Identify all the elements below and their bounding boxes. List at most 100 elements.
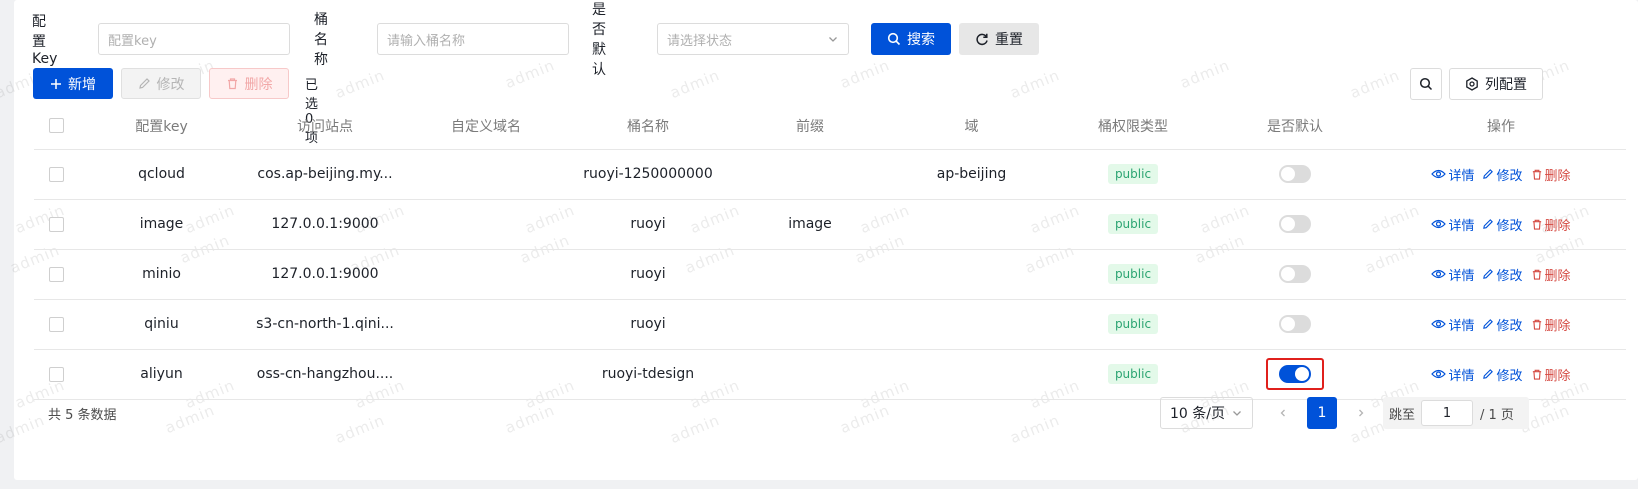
detail-link[interactable]: 详情 [1431, 265, 1474, 284]
delete-label: 删除 [1544, 268, 1571, 284]
bucket-name-input[interactable]: 请输入桶名称 [377, 23, 569, 55]
access-type-tag: public [1107, 264, 1159, 284]
column-header: 访问站点 [245, 103, 405, 150]
delete-button[interactable]: 删除 [209, 68, 289, 99]
add-button[interactable]: 新增 [33, 68, 113, 99]
row-checkbox[interactable] [48, 316, 64, 332]
column-header: 自定义域名 [405, 103, 567, 150]
column-header: 前缀 [729, 103, 891, 150]
edit-label: 修改 [1496, 368, 1523, 384]
reset-button-label: 重置 [995, 32, 1023, 48]
default-switch[interactable] [1279, 365, 1311, 383]
edit-link[interactable]: 修改 [1482, 365, 1523, 384]
search-button-label: 搜索 [907, 32, 935, 48]
edit-link[interactable]: 修改 [1482, 165, 1523, 184]
search-button[interactable]: 搜索 [871, 23, 951, 55]
switch-knob [1281, 317, 1295, 331]
cell-region [891, 349, 1052, 400]
cell-is-default [1214, 349, 1376, 400]
oss-config-table: 配置key 访问站点 自定义域名 桶名称 前缀 域 桶权限类型 是否默认 操作 … [34, 103, 1626, 400]
reset-button[interactable]: 重置 [959, 23, 1039, 55]
edit-label: 修改 [1496, 218, 1523, 234]
edit-link[interactable]: 修改 [1482, 215, 1523, 234]
delete-link[interactable]: 删除 [1531, 265, 1571, 284]
cell-region: ap-beijing [891, 149, 1052, 200]
edit-icon [1483, 319, 1494, 329]
cell-access-type: public [1052, 349, 1214, 400]
delete-link[interactable]: 删除 [1531, 315, 1571, 334]
jump-page-input[interactable]: 1 [1421, 400, 1474, 426]
cell-access-type: public [1052, 299, 1214, 350]
cell-actions: 详情 修改 删除 [1376, 199, 1626, 250]
eye-icon [1431, 369, 1447, 379]
detail-link[interactable]: 详情 [1431, 165, 1474, 184]
table-header-row: 配置key 访问站点 自定义域名 桶名称 前缀 域 桶权限类型 是否默认 操作 [34, 103, 1626, 150]
config-key-label: 配置Key [32, 14, 58, 67]
column-header: 桶名称 [567, 103, 729, 150]
total-pages: / 1 页 [1480, 407, 1514, 423]
default-switch[interactable] [1279, 215, 1311, 233]
edit-link[interactable]: 修改 [1482, 265, 1523, 284]
row-checkbox[interactable] [48, 266, 64, 282]
column-header: 域 [891, 103, 1052, 150]
row-checkbox[interactable] [48, 366, 64, 382]
cell-config-key: qiniu [78, 299, 245, 350]
prev-page-button[interactable] [1268, 397, 1298, 429]
jump-label: 跳至 [1389, 407, 1416, 423]
cell-config-key: image [78, 199, 245, 250]
delete-link[interactable]: 删除 [1531, 365, 1571, 384]
cell-prefix [729, 249, 891, 300]
row-select-cell [34, 149, 78, 200]
page-card: admin admin admin admin admin admin admin admin… [0, 0, 1638, 480]
page-size-select[interactable]: 10 条/页 [1160, 397, 1253, 429]
table-footer: 共 5 条数据 10 条/页 1 跳至 1 / 1 页 [14, 397, 1638, 429]
detail-label: 详情 [1448, 168, 1475, 184]
cell-bucket: ruoyi [567, 199, 729, 250]
cell-bucket: ruoyi-1250000000 [567, 149, 729, 200]
default-status-select[interactable]: 请选择状态 [657, 23, 849, 55]
cell-bucket: ruoyi [567, 299, 729, 350]
page-size-value: 10 条/页 [1170, 406, 1225, 422]
config-key-input[interactable]: 配置key [98, 23, 290, 55]
delete-link[interactable]: 删除 [1531, 215, 1571, 234]
detail-link[interactable]: 详情 [1431, 365, 1474, 384]
detail-link[interactable]: 详情 [1431, 315, 1474, 334]
cell-prefix [729, 349, 891, 400]
page-1-button[interactable]: 1 [1307, 397, 1337, 429]
edit-icon [1483, 169, 1494, 179]
edit-button[interactable]: 修改 [121, 68, 201, 99]
delete-label: 删除 [1544, 218, 1571, 234]
edit-link[interactable]: 修改 [1482, 315, 1523, 334]
edit-button-label: 修改 [156, 76, 185, 93]
chevron-down-icon [1233, 411, 1241, 416]
default-switch[interactable] [1279, 165, 1311, 183]
cell-access-type: public [1052, 199, 1214, 250]
cell-domain [405, 249, 567, 300]
cell-region [891, 249, 1052, 300]
detail-link[interactable]: 详情 [1431, 215, 1474, 234]
chevron-left-icon [1280, 409, 1285, 417]
table-row: qcloud cos.ap-beijing.my... ruoyi-12500000… [34, 149, 1626, 200]
delete-label: 删除 [1544, 168, 1571, 184]
default-switch[interactable] [1279, 315, 1311, 333]
row-select-cell [34, 299, 78, 350]
column-search-button[interactable] [1410, 68, 1442, 100]
table-row: minio 127.0.0.1:9000 ruoyi public 详情 修改 删除 [34, 249, 1626, 300]
eye-icon [1431, 219, 1447, 229]
cell-access-type: public [1052, 149, 1214, 200]
cell-endpoint: s3-cn-north-1.qini... [245, 299, 405, 350]
trash-icon [1532, 269, 1541, 280]
column-config-button[interactable]: 列配置 [1449, 68, 1543, 100]
row-checkbox[interactable] [48, 166, 64, 182]
plus-icon [51, 78, 61, 89]
detail-label: 详情 [1448, 318, 1475, 334]
default-switch[interactable] [1279, 265, 1311, 283]
row-checkbox[interactable] [48, 216, 64, 232]
default-status-label: 是否默认 [592, 2, 606, 78]
delete-link[interactable]: 删除 [1531, 165, 1571, 184]
select-all-checkbox[interactable] [48, 118, 64, 134]
next-page-button[interactable] [1346, 397, 1376, 429]
cell-bucket: ruoyi-tdesign [567, 349, 729, 400]
trash-icon [227, 78, 237, 90]
bucket-name-label: 桶名称 [314, 12, 328, 68]
